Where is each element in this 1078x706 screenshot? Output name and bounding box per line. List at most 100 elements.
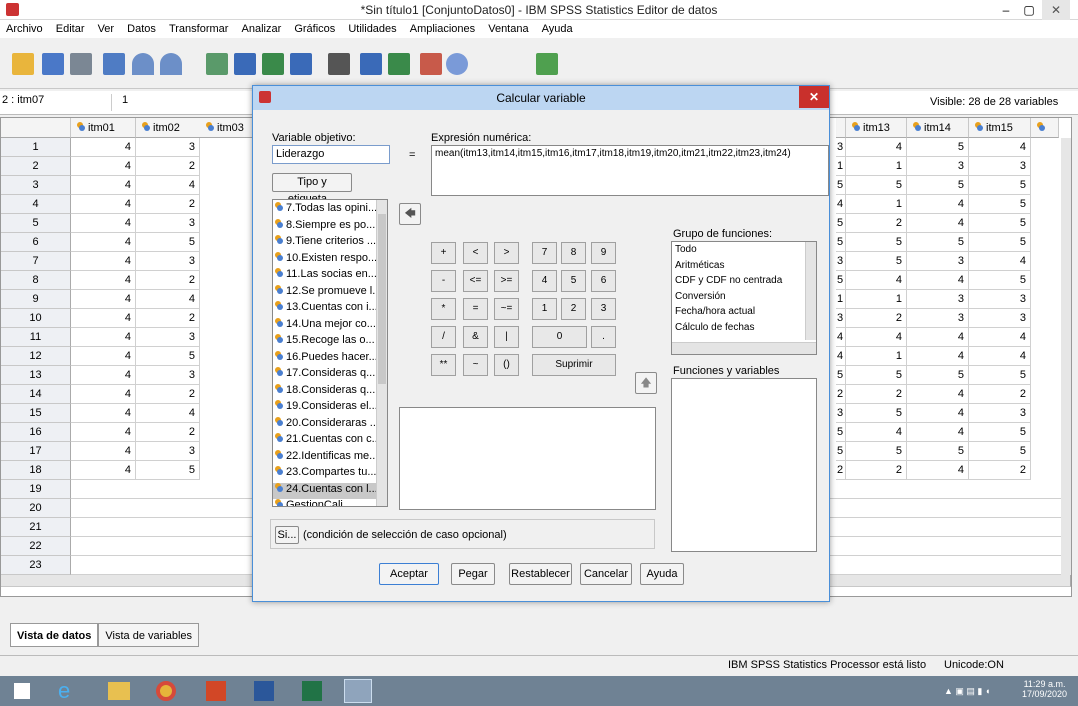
data-cell[interactable]: 5 bbox=[969, 195, 1031, 214]
row-header[interactable]: 1 bbox=[1, 138, 71, 157]
data-cell[interactable]: 2 bbox=[836, 385, 846, 404]
data-cell[interactable]: 4 bbox=[907, 423, 969, 442]
find-icon[interactable] bbox=[328, 53, 350, 75]
data-cell[interactable]: 1 bbox=[846, 157, 907, 176]
word-icon[interactable] bbox=[254, 681, 274, 701]
function-group-item[interactable]: Aritméticas bbox=[672, 260, 816, 276]
data-cell[interactable]: 4 bbox=[71, 138, 136, 157]
data-cell[interactable]: 4 bbox=[71, 309, 136, 328]
data-cell[interactable]: 4 bbox=[836, 328, 846, 347]
function-group-item[interactable]: CDF y CDF no centrada bbox=[672, 275, 816, 291]
data-cell[interactable]: 2 bbox=[136, 271, 200, 290]
data-cell[interactable]: 4 bbox=[907, 328, 969, 347]
data-cell[interactable]: 5 bbox=[969, 176, 1031, 195]
goto-variable-icon[interactable] bbox=[234, 53, 256, 75]
menu-utilidades[interactable]: Utilidades bbox=[348, 20, 396, 35]
spss-task-icon[interactable] bbox=[344, 679, 372, 703]
data-cell[interactable]: 4 bbox=[136, 404, 200, 423]
variable-list-item[interactable]: 16.Puedes hacer... bbox=[273, 350, 377, 368]
row-header[interactable]: 13 bbox=[1, 366, 71, 385]
variable-list-item[interactable]: 14.Una mejor co... bbox=[273, 317, 377, 335]
keypad-key[interactable]: 3 bbox=[591, 298, 616, 320]
variable-list-item[interactable]: 15.Recoge las o... bbox=[273, 334, 377, 351]
row-header[interactable]: 22 bbox=[1, 537, 71, 556]
column-header-itm02[interactable]: itm02 bbox=[136, 118, 201, 138]
file-explorer-icon[interactable] bbox=[108, 682, 130, 700]
data-cell[interactable]: 4 bbox=[969, 252, 1031, 271]
tab-data-view[interactable]: Vista de datos bbox=[10, 623, 99, 647]
print-icon[interactable] bbox=[70, 53, 92, 75]
data-cell[interactable]: 2 bbox=[836, 461, 846, 480]
tab-variable-view[interactable]: Vista de variables bbox=[98, 623, 200, 647]
keypad-key[interactable]: 4 bbox=[532, 270, 557, 292]
variable-list-item[interactable]: 9.Tiene criterios ... bbox=[273, 235, 377, 252]
keypad-key[interactable]: - bbox=[431, 270, 456, 292]
keypad-key[interactable]: & bbox=[463, 326, 488, 348]
menu-editar[interactable]: Editar bbox=[56, 20, 85, 35]
keypad-key[interactable]: / bbox=[431, 326, 456, 348]
keypad-key[interactable]: 5 bbox=[561, 270, 586, 292]
data-cell[interactable]: 2 bbox=[136, 157, 200, 176]
data-cell[interactable]: 2 bbox=[846, 214, 907, 233]
save-icon[interactable] bbox=[42, 53, 64, 75]
function-group-hscrollbar[interactable] bbox=[672, 342, 816, 354]
row-header[interactable]: 10 bbox=[1, 309, 71, 328]
data-cell[interactable]: 2 bbox=[136, 423, 200, 442]
row-header[interactable]: 3 bbox=[1, 176, 71, 195]
use-variable-sets-icon[interactable] bbox=[446, 53, 468, 75]
data-cell[interactable]: 5 bbox=[969, 271, 1031, 290]
data-cell[interactable]: 5 bbox=[969, 423, 1031, 442]
variable-list-item[interactable]: 12.Se promueve l... bbox=[273, 284, 377, 302]
variable-list-item[interactable]: 24.Cuentas con l... bbox=[273, 482, 377, 499]
data-cell[interactable]: 5 bbox=[907, 138, 969, 157]
data-cell[interactable]: 4 bbox=[71, 157, 136, 176]
row-header[interactable]: 23 bbox=[1, 556, 71, 575]
data-cell[interactable]: 5 bbox=[836, 176, 846, 195]
variable-list-item[interactable]: 20.Consideraras ... bbox=[273, 416, 377, 434]
close-window-button[interactable]: ✕ bbox=[1042, 0, 1070, 20]
data-cell[interactable]: 4 bbox=[136, 176, 200, 195]
variable-list-item[interactable]: 10.Existen respo... bbox=[273, 251, 377, 269]
variable-list-item[interactable]: 19.Consideras el... bbox=[273, 400, 377, 417]
open-folder-icon[interactable] bbox=[12, 53, 34, 75]
data-cell[interactable]: 4 bbox=[969, 328, 1031, 347]
keypad-key[interactable]: 8 bbox=[561, 242, 586, 264]
keypad-key[interactable]: ~= bbox=[494, 298, 519, 320]
data-cell[interactable]: 4 bbox=[71, 404, 136, 423]
data-cell[interactable]: 2 bbox=[846, 385, 907, 404]
data-cell[interactable]: 4 bbox=[71, 271, 136, 290]
row-header[interactable]: 11 bbox=[1, 328, 71, 347]
function-group-item[interactable]: Todo bbox=[672, 244, 816, 260]
data-cell[interactable]: 5 bbox=[846, 252, 907, 271]
keypad-key[interactable]: Suprimir bbox=[532, 354, 616, 376]
row-header[interactable]: 8 bbox=[1, 271, 71, 290]
data-cell[interactable]: 1 bbox=[846, 290, 907, 309]
target-variable-input[interactable]: Liderazgo bbox=[272, 145, 390, 164]
variable-list-item[interactable]: 18.Consideras q... bbox=[273, 383, 377, 401]
data-cell[interactable]: 1 bbox=[846, 195, 907, 214]
data-cell[interactable]: 4 bbox=[71, 328, 136, 347]
menu-ver[interactable]: Ver bbox=[98, 20, 115, 35]
data-cell[interactable]: 4 bbox=[907, 347, 969, 366]
data-cell[interactable]: 5 bbox=[136, 461, 200, 480]
excel-icon[interactable] bbox=[302, 681, 322, 701]
row-header[interactable]: 9 bbox=[1, 290, 71, 309]
insert-cases-icon[interactable] bbox=[360, 53, 382, 75]
row-header[interactable]: 6 bbox=[1, 233, 71, 252]
keypad-key[interactable]: 2 bbox=[561, 298, 586, 320]
data-cell[interactable]: 5 bbox=[846, 176, 907, 195]
menu-ampliaciones[interactable]: Ampliaciones bbox=[410, 20, 475, 35]
keypad-key[interactable]: < bbox=[463, 242, 488, 264]
chrome-icon[interactable] bbox=[156, 681, 176, 701]
vertical-scrollbar[interactable] bbox=[1061, 138, 1071, 575]
data-cell[interactable]: 4 bbox=[71, 442, 136, 461]
if-button[interactable]: Si... bbox=[275, 526, 299, 544]
column-header-itm13[interactable]: itm13 bbox=[846, 118, 907, 138]
data-cell[interactable]: 3 bbox=[836, 309, 846, 328]
data-cell[interactable]: 4 bbox=[836, 195, 846, 214]
move-function-up-button[interactable]: 🡅 bbox=[635, 372, 657, 394]
keypad-key[interactable]: 7 bbox=[532, 242, 557, 264]
variable-list-item[interactable]: 8.Siempre es po... bbox=[273, 218, 377, 236]
data-cell[interactable]: 2 bbox=[846, 309, 907, 328]
data-cell[interactable]: 3 bbox=[969, 290, 1031, 309]
